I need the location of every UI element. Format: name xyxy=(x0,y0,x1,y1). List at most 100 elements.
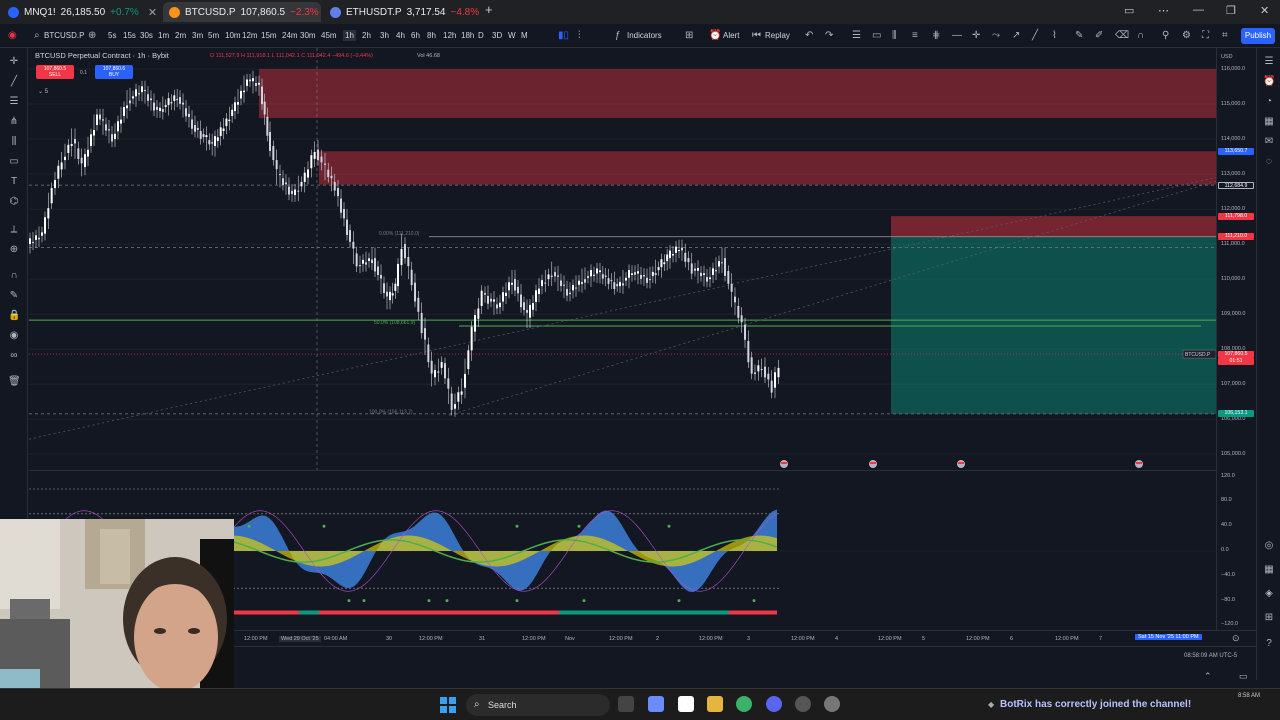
alert-icon[interactable]: ⏰ xyxy=(709,30,721,41)
trendline-tool-icon[interactable]: ╱ xyxy=(1032,30,1038,41)
settings-icon[interactable]: ⚙ xyxy=(1182,30,1191,41)
interval-5s[interactable]: 5s xyxy=(108,31,116,40)
magnet-mode-icon[interactable]: ∩ xyxy=(8,270,20,282)
layers-icon[interactable]: ◈ xyxy=(1263,588,1275,600)
ruler-icon[interactable]: ⟂ xyxy=(8,224,20,236)
alert-button[interactable]: Alert xyxy=(723,31,739,40)
stay-drawing-icon[interactable]: ✎ xyxy=(8,290,20,302)
fib-icon[interactable]: ⫼ xyxy=(8,136,20,148)
obs-icon[interactable] xyxy=(795,696,811,712)
browser-tab-mnq[interactable]: MNQ1! 26,185.50 +0.7% ✕ xyxy=(2,2,160,22)
hotlist-icon[interactable]: ◔ xyxy=(1263,96,1275,108)
interval-4h[interactable]: 4h xyxy=(396,31,405,40)
trash-icon[interactable]: 🗑 xyxy=(8,376,21,388)
sell-button[interactable]: 107,860.5 SELL xyxy=(36,65,74,79)
interval-12h[interactable]: 12h xyxy=(443,31,456,40)
interval-8h[interactable]: 8h xyxy=(427,31,436,40)
publish-button[interactable]: Publish xyxy=(1241,28,1275,44)
interval-3h[interactable]: 3h xyxy=(380,31,389,40)
indicators-button[interactable]: Indicators xyxy=(627,31,662,40)
interval-24m[interactable]: 24m xyxy=(282,31,298,40)
interval-30m[interactable]: 30m xyxy=(300,31,316,40)
file-explorer-icon[interactable] xyxy=(618,696,634,712)
patterns-icon[interactable]: ⌬ xyxy=(8,196,20,208)
screen-share-icon[interactable]: ▭ xyxy=(1124,4,1134,17)
camera-icon[interactable]: ⌗ xyxy=(1222,30,1228,41)
ideas-icon[interactable]: ✉ xyxy=(1263,136,1275,148)
ray-tool-icon[interactable]: ↗ xyxy=(1012,30,1020,41)
tradingview-app-icon[interactable] xyxy=(678,696,694,712)
chrome-icon[interactable] xyxy=(736,696,752,712)
drawing-tool-icon[interactable]: ☰ xyxy=(852,30,861,41)
layers-toggle[interactable]: ⌄ 5 xyxy=(38,88,48,95)
watchlist-icon[interactable]: ☰ xyxy=(1263,56,1275,68)
symbol-search[interactable]: BTCUSD.P xyxy=(44,31,84,40)
replay-button[interactable]: Replay xyxy=(765,31,790,40)
price-axis[interactable]: USD 116,000.0 115,000.0 114,000.0 113,000.0… xyxy=(1216,48,1256,470)
copilot-icon[interactable] xyxy=(648,696,664,712)
interval-30s[interactable]: 30s xyxy=(140,31,153,40)
fullscreen-icon[interactable]: ⛶ xyxy=(1202,30,1209,41)
browser-tab-eth[interactable]: ETHUSDT.P 3,717.54 −4.8% ✕ xyxy=(324,2,482,22)
eraser-icon[interactable]: ⌫ xyxy=(1115,30,1129,41)
horizontal-lines-icon[interactable]: ☰ xyxy=(8,96,20,108)
cross-icon[interactable]: ✛ xyxy=(972,30,980,41)
price-chart[interactable]: 0.00% (111,210.0) 50.0% (108,661.9) 100.0%… xyxy=(29,48,1216,470)
undo-icon[interactable]: ↶ xyxy=(805,30,813,41)
fib-tool-icon[interactable]: ⫼ xyxy=(892,30,897,41)
replay-icon[interactable]: ⏮ xyxy=(752,30,761,41)
interval-5m[interactable]: 5m xyxy=(208,31,219,40)
alerts-icon[interactable]: ⏰ xyxy=(1263,76,1275,88)
chat-icon[interactable]: ◌ xyxy=(1263,156,1275,168)
compare-symbol-icon[interactable]: ⊕ xyxy=(88,30,96,41)
interval-3D[interactable]: 3D xyxy=(492,31,502,40)
horizontal-line-icon[interactable]: — xyxy=(952,30,962,41)
interval-3m[interactable]: 3m xyxy=(192,31,203,40)
brush-tool-icon[interactable]: ⌇ xyxy=(1052,30,1057,41)
ruler-icon[interactable]: ⊞ xyxy=(1263,612,1275,624)
close-window-icon[interactable]: ✕ xyxy=(1260,4,1269,17)
channel-tool-icon[interactable]: ⋕ xyxy=(932,30,940,41)
discord-icon[interactable] xyxy=(766,696,782,712)
minimize-icon[interactable]: — xyxy=(1193,4,1204,16)
currency-label[interactable]: USD xyxy=(1221,54,1233,60)
interval-10m[interactable]: 10m xyxy=(225,31,241,40)
app-icon[interactable] xyxy=(824,696,840,712)
interval-D[interactable]: D xyxy=(478,31,484,40)
crosshair-icon[interactable]: ✛ xyxy=(8,56,20,68)
interval-1h[interactable]: 1h xyxy=(343,30,356,41)
interval-M[interactable]: M xyxy=(521,31,528,40)
interval-6h[interactable]: 6h xyxy=(411,31,420,40)
shapes-icon[interactable]: ▭ xyxy=(8,156,20,168)
link-icon[interactable]: ∞ xyxy=(8,350,20,362)
folder-icon[interactable] xyxy=(707,696,723,712)
interval-15m[interactable]: 15m xyxy=(261,31,277,40)
calendar-icon[interactable]: ▦ xyxy=(1263,564,1275,576)
target-icon[interactable]: ◎ xyxy=(1263,540,1275,552)
tradingview-logo-icon[interactable]: ◉ xyxy=(8,30,17,41)
start-button[interactable] xyxy=(440,697,456,713)
browser-tab-btc[interactable]: BTCUSD.P 107,860.5 −2.3% ✕ xyxy=(163,2,321,22)
taskbar-search[interactable]: ⌕ Search xyxy=(466,694,610,716)
highlighter-icon[interactable]: ✐ xyxy=(1095,30,1103,41)
magnet-icon[interactable]: ∩ xyxy=(1137,30,1144,41)
interval-2h[interactable]: 2h xyxy=(362,31,371,40)
maximize-icon[interactable]: ❐ xyxy=(1226,4,1236,17)
zoom-in-icon[interactable]: ⊕ xyxy=(8,244,20,256)
redo-icon[interactable]: ↷ xyxy=(825,30,833,41)
help-icon[interactable]: ? xyxy=(1263,638,1275,650)
interval-15s[interactable]: 15s xyxy=(123,31,136,40)
calendar-icon[interactable]: ▦ xyxy=(1263,116,1275,128)
trendline-icon[interactable]: ╱ xyxy=(8,76,20,88)
interval-W[interactable]: W xyxy=(508,31,516,40)
search-icon[interactable]: ⌕ xyxy=(34,30,40,41)
lock-icon[interactable]: 🔒 xyxy=(8,310,20,322)
auto-scale-icon[interactable]: ⊙ xyxy=(1232,633,1240,644)
candles-icon[interactable]: ▮▯ xyxy=(558,30,569,41)
chart-type-icon[interactable]: ⫶ xyxy=(578,30,581,41)
rectangle-tool-icon[interactable]: ▭ xyxy=(872,30,881,41)
close-tab-icon[interactable]: ✕ xyxy=(148,6,157,19)
maximize-panel-icon[interactable]: ▭ xyxy=(1239,671,1248,682)
zoom-icon[interactable]: ⚲ xyxy=(1162,30,1169,41)
interval-12m[interactable]: 12m xyxy=(242,31,258,40)
